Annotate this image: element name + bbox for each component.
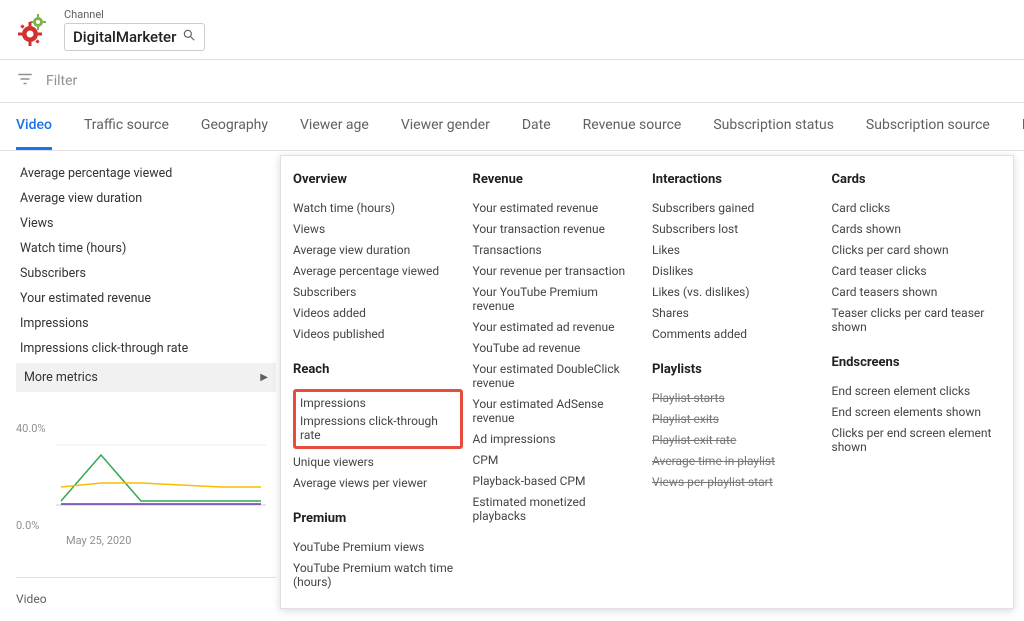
dd-item-impressions-ctr[interactable]: Impressions click-through rate	[300, 412, 456, 444]
dd-item[interactable]: Cards shown	[832, 218, 1002, 239]
dd-item[interactable]: Average view duration	[293, 239, 463, 260]
left-column: Average percentage viewed Average view d…	[16, 161, 276, 606]
header: Channel DigitalMarketer	[0, 0, 1024, 59]
dd-item[interactable]: Your transaction revenue	[473, 218, 643, 239]
dd-item[interactable]: Your estimated DoubleClick revenue	[473, 358, 643, 393]
dd-item[interactable]: Your estimated AdSense revenue	[473, 393, 643, 428]
y-tick-top: 40.0%	[16, 422, 276, 435]
dd-item[interactable]: Likes	[652, 239, 822, 260]
section-endscreens: Endscreens	[832, 355, 1002, 370]
dd-item[interactable]: Your estimated ad revenue	[473, 316, 643, 337]
dd-item[interactable]: Playlist starts	[652, 387, 822, 408]
dd-item[interactable]: Ad impressions	[473, 428, 643, 449]
dd-item[interactable]: Comments added	[652, 323, 822, 344]
dd-item[interactable]: Transactions	[473, 239, 643, 260]
metric-item[interactable]: Views	[16, 211, 276, 236]
section-reach: Reach	[293, 362, 463, 377]
dd-item[interactable]: Clicks per card shown	[832, 239, 1002, 260]
dd-item[interactable]: Card teaser clicks	[832, 260, 1002, 281]
chevron-right-icon: ▶	[260, 372, 268, 383]
dd-item[interactable]: YouTube Premium watch time (hours)	[293, 557, 463, 592]
dd-item[interactable]: End screen elements shown	[832, 401, 1002, 422]
dd-item[interactable]: Card clicks	[832, 197, 1002, 218]
tabs-bar: Video Traffic source Geography Viewer ag…	[0, 103, 1024, 151]
search-icon	[182, 28, 196, 46]
dd-item[interactable]: Views per playlist start	[652, 471, 822, 492]
mini-chart: 40.0% 0.0% May 25, 2020	[16, 422, 276, 547]
metric-item[interactable]: Impressions	[16, 311, 276, 336]
section-overview: Overview	[293, 172, 463, 187]
section-cards: Cards	[832, 172, 1002, 187]
dd-item[interactable]: YouTube ad revenue	[473, 337, 643, 358]
dd-item[interactable]: Your YouTube Premium revenue	[473, 281, 643, 316]
tab-viewer-age[interactable]: Viewer age	[300, 103, 369, 150]
channel-value: DigitalMarketer	[73, 28, 176, 46]
tab-date[interactable]: Date	[522, 103, 551, 150]
y-tick-bottom: 0.0%	[16, 519, 39, 532]
dd-item[interactable]: Average views per viewer	[293, 472, 463, 493]
dd-item[interactable]: Videos added	[293, 302, 463, 323]
section-revenue: Revenue	[473, 172, 643, 187]
metric-item[interactable]: Your estimated revenue	[16, 286, 276, 311]
chart-svg	[16, 435, 266, 515]
metric-item[interactable]: Watch time (hours)	[16, 236, 276, 261]
logo-icon	[16, 12, 52, 48]
dd-item[interactable]: Subscribers lost	[652, 218, 822, 239]
video-footer-label: Video	[16, 577, 276, 606]
dd-item[interactable]: Playlist exit rate	[652, 429, 822, 450]
metric-item[interactable]: Subscribers	[16, 261, 276, 286]
x-axis-label: May 25, 2020	[66, 534, 276, 547]
dd-item[interactable]: Card teasers shown	[832, 281, 1002, 302]
dd-item[interactable]: Clicks per end screen element shown	[832, 422, 1002, 457]
dd-item[interactable]: Estimated monetized playbacks	[473, 491, 643, 526]
section-playlists: Playlists	[652, 362, 822, 377]
dd-item[interactable]: YouTube Premium views	[293, 536, 463, 557]
metric-item[interactable]: Average percentage viewed	[16, 161, 276, 186]
section-premium: Premium	[293, 511, 463, 526]
tab-video[interactable]: Video	[16, 103, 52, 150]
channel-label: Channel	[64, 8, 205, 21]
dd-item[interactable]: CPM	[473, 449, 643, 470]
section-interactions: Interactions	[652, 172, 822, 187]
dd-item[interactable]: Views	[293, 218, 463, 239]
dd-item[interactable]: Subscribers gained	[652, 197, 822, 218]
dd-item[interactable]: Playback-based CPM	[473, 470, 643, 491]
dd-item[interactable]: Videos published	[293, 323, 463, 344]
filter-bar[interactable]: Filter	[0, 59, 1024, 103]
dd-item[interactable]: Playlist exits	[652, 408, 822, 429]
dd-item[interactable]: Shares	[652, 302, 822, 323]
tab-traffic-source[interactable]: Traffic source	[84, 103, 169, 150]
dd-item[interactable]: Teaser clicks per card teaser shown	[832, 302, 1002, 337]
dd-item[interactable]: End screen element clicks	[832, 380, 1002, 401]
dd-item[interactable]: Average percentage viewed	[293, 260, 463, 281]
channel-selector[interactable]: DigitalMarketer	[64, 23, 205, 51]
metric-item[interactable]: Average view duration	[16, 186, 276, 211]
filter-icon	[16, 70, 34, 92]
filter-label: Filter	[46, 73, 77, 89]
more-metrics-button[interactable]: More metrics ▶	[16, 363, 276, 392]
metric-list: Average percentage viewed Average view d…	[16, 161, 276, 361]
metric-item[interactable]: Impressions click-through rate	[16, 336, 276, 361]
highlight-annotation: Impressions Impressions click-through ra…	[293, 389, 463, 449]
more-metrics-dropdown: Overview Watch time (hours) Views Averag…	[280, 155, 1014, 609]
dd-item[interactable]: Your estimated revenue	[473, 197, 643, 218]
dd-item-impressions[interactable]: Impressions	[300, 394, 456, 412]
dd-item[interactable]: Subscribers	[293, 281, 463, 302]
dd-item[interactable]: Average time in playlist	[652, 450, 822, 471]
dd-item[interactable]: Unique viewers	[293, 451, 463, 472]
dd-item[interactable]: Watch time (hours)	[293, 197, 463, 218]
more-metrics-label: More metrics	[24, 370, 98, 385]
dd-item[interactable]: Dislikes	[652, 260, 822, 281]
tab-subscription-status[interactable]: Subscription status	[713, 103, 834, 150]
tab-subscription-source[interactable]: Subscription source	[866, 103, 990, 150]
dd-item[interactable]: Your revenue per transaction	[473, 260, 643, 281]
dd-item[interactable]: Likes (vs. dislikes)	[652, 281, 822, 302]
tab-viewer-gender[interactable]: Viewer gender	[401, 103, 490, 150]
tab-geography[interactable]: Geography	[201, 103, 268, 150]
tab-revenue-source[interactable]: Revenue source	[583, 103, 682, 150]
